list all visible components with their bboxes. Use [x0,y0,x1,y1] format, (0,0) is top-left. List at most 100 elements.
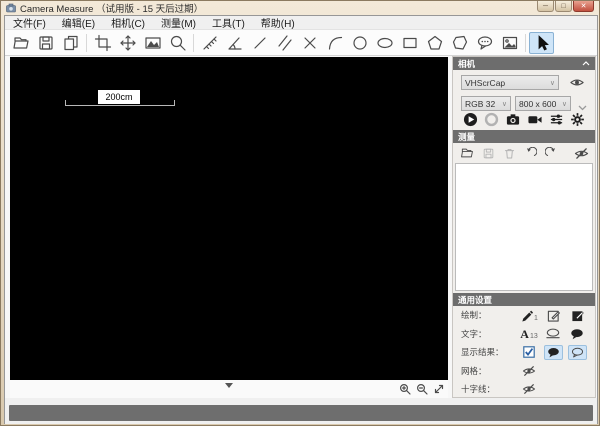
camera-resolution-select[interactable]: 800 x 600 ∨ [515,96,571,111]
show-results-checkbox[interactable] [517,346,541,359]
arc-icon [328,36,342,50]
canvas-footer [10,380,448,398]
folder-open-icon [461,148,473,158]
cursor-tool-button[interactable] [529,31,554,54]
collapse-panel-arrow-icon[interactable] [225,383,233,388]
draw-settings-row: 绘制： 1 [453,306,595,325]
draw-edit-button[interactable] [541,309,565,322]
result-bubble-outline-button[interactable] [565,344,589,360]
arc-tool-button[interactable] [322,32,347,54]
open-button[interactable] [8,32,33,54]
text-label: 文字： [461,328,487,339]
font-button[interactable]: A 13 [517,328,541,340]
sliders-icon [550,114,563,124]
video-camera-icon [528,115,542,123]
camera-resolution-value: 800 x 600 [519,98,557,109]
undo-button[interactable] [524,146,537,160]
label-style-bubble-button[interactable] [565,328,589,340]
draw-edit-filled-button[interactable] [565,309,589,322]
record-button[interactable] [527,112,543,132]
compose-filled-icon [571,311,584,321]
crop-tool-button[interactable] [90,32,115,54]
angle-icon [227,36,242,50]
toolbar-separator [86,33,87,52]
ellipse-tool-button[interactable] [372,32,397,54]
move-tool-button[interactable] [115,32,140,54]
font-size-value: 13 [529,332,538,340]
image-tool-button[interactable] [497,32,522,54]
redo-icon [545,146,556,156]
polygon-icon [452,35,467,50]
window-title: Camera Measure （试用版 - 15 天后过期） [20,4,204,15]
histogram-icon [144,36,161,49]
play-icon [463,112,478,126]
settings-section-header[interactable]: 通用设置 [453,293,595,306]
image-icon [502,36,517,49]
histogram-button[interactable] [140,32,165,54]
maximize-button[interactable]: □ [555,1,572,12]
bubble-filled-icon [547,347,559,358]
play-button[interactable] [463,112,478,132]
crosshair-label: 十字线： [461,384,496,395]
eye-off-icon [522,365,536,376]
camera-settings-button[interactable] [570,112,585,132]
save-button[interactable] [33,32,58,54]
grid-visibility-button[interactable] [517,365,541,377]
label-style-plain-button[interactable] [541,328,565,339]
result-bubble-filled-button[interactable] [541,344,565,360]
measurement-label[interactable]: 200cm [98,90,140,104]
pentagon-tool-button[interactable] [422,32,447,54]
pen-style-button[interactable]: 1 [517,309,541,322]
close-button[interactable]: ✕ [573,1,594,12]
measure-toolbar [453,143,595,163]
menu-camera[interactable]: 相机(C) [103,14,153,31]
copy-button[interactable] [58,32,83,54]
gear-icon [571,112,584,126]
canvas[interactable]: 200cm [10,57,448,380]
measure-save-button[interactable] [482,147,495,160]
camera-format-select[interactable]: RGB 32 ∨ [461,96,511,111]
menu-edit[interactable]: 编辑(E) [54,14,103,31]
fit-view-button[interactable] [432,382,445,395]
ruler-icon [202,35,217,50]
chevron-up-icon [582,61,590,66]
bubble-filled-icon [571,328,583,339]
ruler-tool-button[interactable] [197,32,222,54]
measure-delete-button[interactable] [503,147,516,160]
cross-lines-tool-button[interactable] [297,32,322,54]
measurement-list[interactable] [455,163,593,291]
cross-lines-icon [303,36,316,49]
menu-tools[interactable]: 工具(T) [204,14,253,31]
zoom-in-button[interactable] [398,382,411,395]
snapshot-button[interactable] [505,112,521,132]
crosshair-visibility-button[interactable] [517,383,541,395]
measure-section-header[interactable]: 测量 [453,130,595,143]
magnifier-tool-button[interactable] [165,32,190,54]
camera-source-select[interactable]: VHScrCap ∨ [461,75,559,90]
camera-section-header[interactable]: 相机 [453,57,595,70]
minimize-button[interactable]: ─ [537,1,554,12]
measurement-line[interactable] [65,105,175,106]
zoom-out-button[interactable] [415,382,428,395]
redo-button[interactable] [545,146,558,160]
move-icon [119,34,136,51]
adjust-button[interactable] [549,112,564,132]
rectangle-tool-button[interactable] [397,32,422,54]
circle-tool-button[interactable] [347,32,372,54]
grid-label: 网格： [461,365,487,376]
menu-help[interactable]: 帮助(H) [253,14,303,31]
measure-open-button[interactable] [460,146,474,160]
polygon-tool-button[interactable] [447,32,472,54]
stop-button[interactable] [484,112,499,132]
crosshair-settings-row: 十字线： [453,380,595,399]
camera-preview-toggle[interactable] [569,75,585,90]
callout-tool-button[interactable] [472,32,497,54]
menu-measure[interactable]: 测量(M) [153,14,204,31]
line-tool-button[interactable] [247,32,272,54]
checkbox-checked-icon [523,346,535,359]
parallel-lines-tool-button[interactable] [272,32,297,54]
measure-visibility-button[interactable] [574,147,589,160]
angle-tool-button[interactable] [222,32,247,54]
camera-source-value: VHScrCap [465,77,506,88]
menu-file[interactable]: 文件(F) [5,14,54,31]
